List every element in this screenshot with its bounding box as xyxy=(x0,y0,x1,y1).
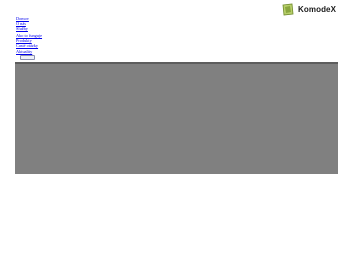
primary-nav: Domov O nás Služby xyxy=(16,16,29,32)
content-viewport xyxy=(15,62,338,174)
small-toggle-button[interactable] xyxy=(20,55,35,60)
brand-logo[interactable]: KomodeX xyxy=(281,3,336,16)
nav-link-services[interactable]: Služby xyxy=(16,26,29,31)
leaf-cube-icon xyxy=(282,3,294,16)
secondary-nav: Ako to funguje Produkty Časté otázky Akt… xyxy=(16,33,42,54)
nav-link-news[interactable]: Aktuality xyxy=(16,49,42,54)
brand-name: KomodeX xyxy=(298,5,337,14)
